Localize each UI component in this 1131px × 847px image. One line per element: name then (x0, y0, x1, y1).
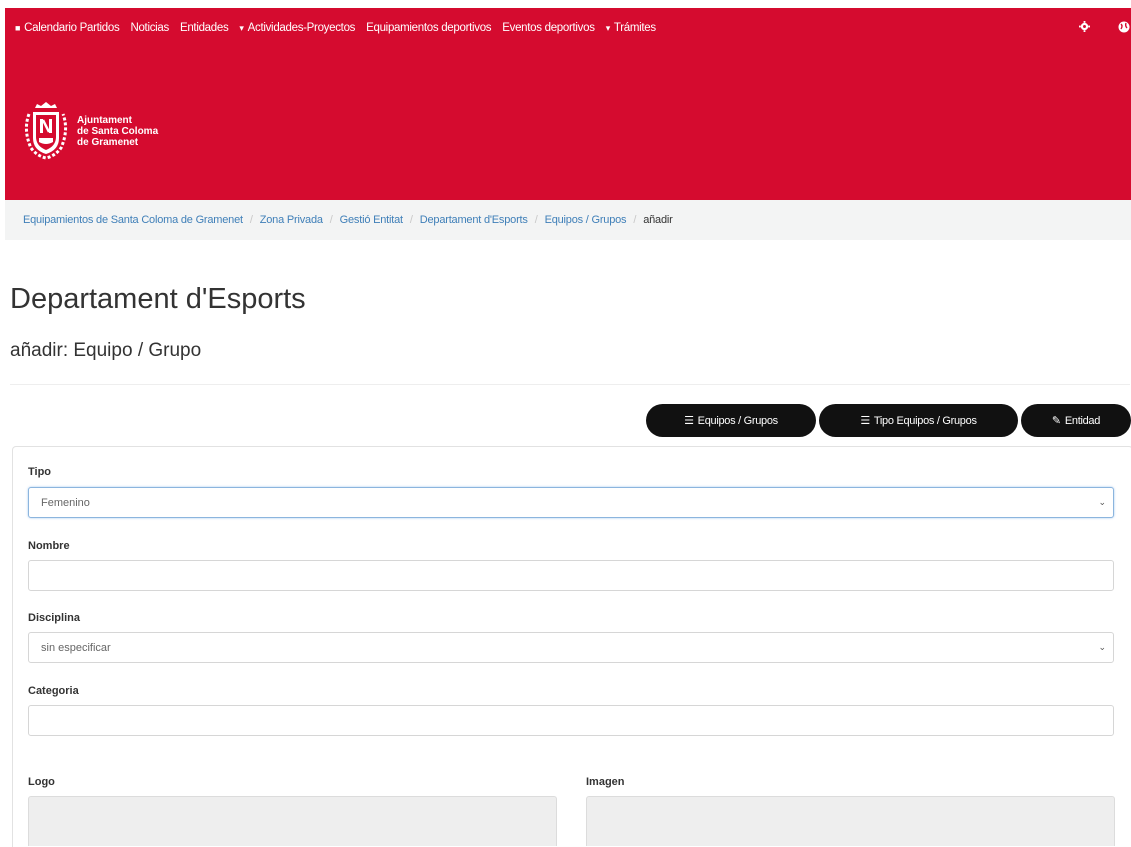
gear-icon[interactable] (1077, 21, 1091, 35)
edit-icon: ✎ (1051, 415, 1061, 427)
square-icon: ■ (15, 23, 21, 33)
logo-line: Ajuntament (77, 114, 132, 126)
breadcrumb: Equipamientos de Santa Coloma de Gramene… (5, 200, 1131, 240)
categoria-input[interactable] (28, 705, 1114, 736)
list-icon: ☰ (860, 415, 870, 427)
crest-icon (24, 102, 68, 160)
logo-text: Ajuntament de Santa Coloma de Gramenet (77, 115, 158, 148)
nav-utilities (1051, 16, 1131, 40)
button-label: Equipos / Grupos (697, 414, 779, 427)
logo-line: de Santa Coloma (77, 125, 159, 137)
nombre-label: Nombre (28, 540, 70, 552)
page-subtitle: añadir: Equipo / Grupo (10, 340, 202, 361)
imagen-label: Imagen (586, 776, 625, 788)
nav-label: Trámites (613, 22, 656, 34)
nav-calendario-partidos[interactable]: ■ Calendario Partidos (15, 22, 120, 34)
nav-label: Eventos deportivos (502, 22, 595, 34)
logo-label: Logo (28, 776, 55, 788)
nav-entidades[interactable]: Entidades (179, 22, 229, 34)
page-title: Departament d'Esports (10, 283, 306, 315)
breadcrumb-link[interactable]: Departament d'Esports (420, 214, 528, 226)
disciplina-label: Disciplina (28, 612, 80, 624)
tipo-label: Tipo (28, 466, 52, 478)
nav-label: Entidades (179, 22, 229, 34)
disciplina-select[interactable]: sin especificar ⌄ (28, 632, 1114, 663)
breadcrumb-separator: / (534, 214, 538, 226)
button-label: Entidad (1064, 414, 1101, 427)
nav-eventos-deportivos[interactable]: Eventos deportivos (502, 22, 595, 34)
tipo-equipos-grupos-button[interactable]: ☰ Tipo Equipos / Grupos (819, 404, 1018, 437)
logo-upload[interactable] (28, 796, 557, 846)
header: ■ Calendario Partidos Noticias Entidades… (5, 8, 1131, 200)
chevron-down-icon: ⌄ (1098, 642, 1106, 652)
main-nav: ■ Calendario Partidos Noticias Entidades… (15, 16, 1131, 40)
nav-tramites[interactable]: ▾ Trámites (606, 22, 656, 34)
logo-line: de Gramenet (77, 136, 139, 148)
breadcrumb-current: añadir (643, 214, 673, 226)
divider (10, 384, 1130, 385)
breadcrumb-link[interactable]: Equipamientos de Santa Coloma de Gramene… (23, 214, 243, 226)
city-logo[interactable]: Ajuntament de Santa Coloma de Gramenet (21, 100, 158, 162)
globe-icon[interactable] (1117, 21, 1131, 36)
nav-label: Noticias (130, 22, 169, 34)
nav-actividades-proyectos[interactable]: ▾ Actividades-Proyectos (239, 22, 355, 34)
entidad-button[interactable]: ✎ Entidad (1021, 404, 1131, 437)
breadcrumb-link[interactable]: Equipos / Grupos (545, 214, 627, 226)
nav-label: Actividades-Proyectos (247, 22, 356, 34)
breadcrumb-separator: / (249, 214, 253, 226)
caret-down-icon: ▾ (605, 22, 611, 33)
breadcrumb-link[interactable]: Zona Privada (260, 214, 323, 226)
button-label: Tipo Equipos / Grupos (873, 414, 977, 427)
nav-noticias[interactable]: Noticias (130, 22, 169, 34)
chevron-down-icon: ⌄ (1098, 497, 1106, 507)
nav-label: Calendario Partidos (24, 22, 120, 34)
breadcrumb-link[interactable]: Gestió Entitat (340, 214, 403, 226)
nav-equipamientos-deportivos[interactable]: Equipamientos deportivos (366, 22, 491, 34)
select-value: Femenino (41, 496, 90, 509)
breadcrumb-separator: / (409, 214, 413, 226)
caret-down-icon: ▾ (239, 22, 244, 33)
select-value: sin especificar (41, 641, 111, 654)
imagen-upload[interactable] (586, 796, 1115, 846)
nombre-input[interactable] (28, 560, 1114, 591)
equipos-grupos-button[interactable]: ☰ Equipos / Grupos (646, 404, 816, 437)
breadcrumb-separator: / (633, 214, 637, 226)
tipo-select[interactable]: Femenino ⌄ (28, 487, 1114, 518)
nav-label: Equipamientos deportivos (366, 22, 492, 34)
breadcrumb-separator: / (329, 214, 333, 226)
categoria-label: Categoria (28, 685, 79, 697)
list-icon: ☰ (684, 415, 694, 427)
